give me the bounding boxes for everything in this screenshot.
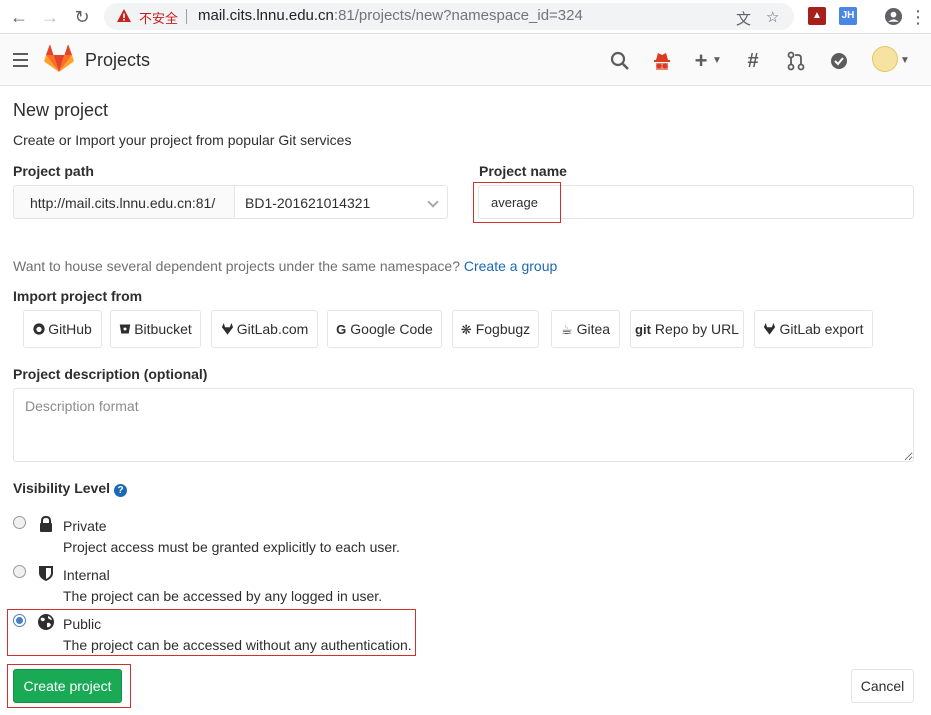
import-repo-url-label: Repo by URL: [654, 321, 739, 337]
omnibox-separator: [186, 9, 187, 24]
namespace-select[interactable]: BD1-201621014321: [234, 185, 448, 219]
visibility-internal-radio[interactable]: [13, 565, 26, 578]
import-label: Import project from: [13, 288, 143, 304]
spy-icon[interactable]: [651, 50, 673, 72]
warning-icon: [117, 9, 131, 22]
project-path-label: Project path: [13, 163, 94, 179]
import-gitlab-com-label: GitLab.com: [236, 321, 309, 337]
description-textarea[interactable]: [13, 388, 914, 462]
page-subtitle: Create or Import your project from popul…: [13, 132, 352, 148]
import-gitlab-export-label: GitLab export: [779, 321, 864, 337]
namespace-value: BD1-201621014321: [245, 195, 371, 211]
bitbucket-icon: [119, 324, 131, 334]
header-title[interactable]: Projects: [85, 50, 150, 71]
url-path: :81/projects/new?namespace_id=324: [333, 7, 583, 24]
import-fogbugz-button[interactable]: ❋ Fogbugz: [452, 310, 539, 348]
namespace-chevron-down-icon: [427, 196, 439, 208]
shield-icon: [39, 566, 53, 581]
import-github-label: GitHub: [48, 321, 92, 337]
avatar-chevron-down-icon[interactable]: ▼: [898, 50, 912, 72]
gitlab-export-icon: [764, 323, 776, 335]
visibility-public-desc: The project can be accessed without any …: [63, 637, 412, 653]
globe-icon: [38, 614, 54, 630]
gitlab-icon: [221, 323, 233, 335]
browser-menu-icon[interactable]: ⋮: [908, 7, 928, 27]
import-bitbucket-button[interactable]: Bitbucket: [110, 310, 201, 348]
reload-icon[interactable]: ↻: [72, 7, 92, 27]
address-bar[interactable]: 不安全 mail.cits.lnnu.edu.cn:81/projects/ne…: [104, 3, 794, 30]
create-project-button[interactable]: Create project: [13, 669, 122, 703]
forward-arrow-icon[interactable]: →: [40, 7, 60, 27]
help-question-icon[interactable]: ?: [114, 484, 128, 497]
browser-toolbar: ← → ↻ 不安全 mail.cits.lnnu.edu.cn:81/proje…: [0, 0, 931, 34]
back-arrow-icon[interactable]: ←: [9, 7, 29, 27]
visibility-public-radio[interactable]: [13, 614, 26, 627]
chevron-down-icon[interactable]: ▼: [710, 50, 724, 72]
translate-icon[interactable]: 文: [736, 8, 751, 29]
import-fogbugz-label: Fogbugz: [475, 321, 531, 337]
url-host: mail.cits.lnnu.edu.cn: [198, 7, 334, 24]
project-name-label: Project name: [479, 163, 567, 179]
import-gitlab-export-button[interactable]: GitLab export: [754, 310, 873, 348]
import-repo-url-button[interactable]: git Repo by URL: [630, 310, 744, 348]
import-gitlab-com-button[interactable]: GitLab.com: [211, 310, 318, 348]
page-title: New project: [13, 100, 109, 120]
import-google-code-label: Google Code: [350, 321, 433, 337]
user-avatar[interactable]: [872, 46, 898, 72]
github-icon: [33, 323, 45, 335]
project-path-prefix: http://mail.cits.lnnu.edu.cn:81/: [13, 185, 234, 219]
gitlab-header: Projects + ▼ # ▼: [0, 35, 931, 86]
todo-check-icon[interactable]: [828, 50, 850, 72]
import-gitea-button[interactable]: ☕ Gitea: [551, 310, 620, 348]
lock-icon: [40, 515, 52, 532]
insecure-label: 不安全: [139, 11, 179, 26]
import-github-button[interactable]: GitHub: [23, 310, 102, 348]
import-gitea-label: Gitea: [576, 321, 611, 337]
visibility-internal-title: Internal: [63, 567, 110, 583]
issues-hash-icon[interactable]: #: [742, 50, 764, 72]
git-icon: git: [635, 322, 651, 337]
description-label: Project description (optional): [13, 366, 208, 382]
visibility-private-desc: Project access must be granted explicitl…: [63, 539, 400, 555]
bug-icon: ❋: [460, 322, 472, 337]
bookmark-star-icon[interactable]: ☆: [766, 8, 779, 26]
hamburger-menu-icon[interactable]: [13, 53, 28, 67]
jh-extension-icon[interactable]: JH: [839, 7, 857, 25]
merge-request-icon[interactable]: [785, 50, 807, 72]
gitlab-logo-icon[interactable]: [44, 45, 74, 73]
account-icon[interactable]: [884, 7, 903, 26]
import-bitbucket-label: Bitbucket: [134, 321, 192, 337]
google-icon: G: [336, 322, 347, 337]
visibility-private-title: Private: [63, 518, 107, 534]
visibility-private-radio[interactable]: [13, 516, 26, 529]
visibility-label: Visibility Level?: [13, 480, 128, 497]
new-item-plus-icon[interactable]: +: [690, 50, 712, 72]
visibility-internal-desc: The project can be accessed by any logge…: [63, 588, 383, 604]
search-icon[interactable]: [609, 50, 631, 72]
gitea-icon: ☕: [560, 322, 573, 337]
namespace-hint-text: Want to house several dependent projects…: [13, 258, 460, 274]
pdf-extension-icon[interactable]: ▲: [808, 7, 826, 25]
import-google-code-button[interactable]: G Google Code: [327, 310, 442, 348]
project-name-input[interactable]: [478, 185, 914, 219]
visibility-label-text: Visibility Level: [13, 480, 111, 496]
visibility-public-title: Public: [63, 616, 102, 632]
namespace-hint: Want to house several dependent projects…: [13, 258, 557, 274]
create-group-link[interactable]: Create a group: [464, 258, 557, 274]
cancel-button[interactable]: Cancel: [851, 669, 914, 703]
url-text: mail.cits.lnnu.edu.cn:81/projects/new?na…: [198, 7, 583, 24]
